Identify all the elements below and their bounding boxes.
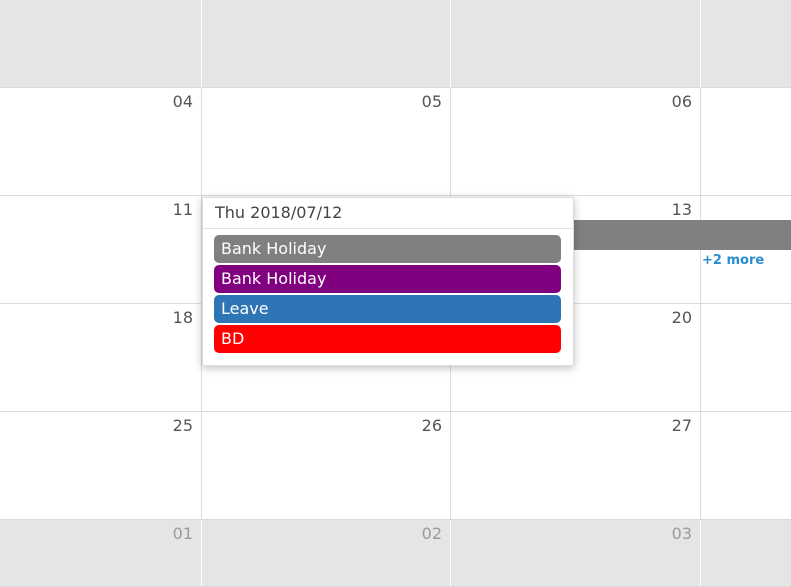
week-row: 25 26 27 bbox=[0, 412, 791, 520]
day-cell[interactable]: 26 bbox=[202, 412, 451, 519]
day-number: 13 bbox=[671, 200, 692, 219]
day-number: 05 bbox=[421, 92, 442, 111]
day-cell[interactable] bbox=[701, 412, 791, 519]
day-number: 03 bbox=[671, 524, 692, 543]
week-row: 01 02 03 bbox=[0, 520, 791, 587]
day-cell[interactable]: 06 bbox=[451, 88, 701, 195]
popover-event-item[interactable]: Bank Holiday bbox=[214, 235, 561, 263]
day-number: 18 bbox=[172, 308, 193, 327]
month-calendar: 04 05 06 11 13 18 20 25 26 27 01 02 03 +2 more Thu 2… bbox=[0, 0, 791, 587]
day-cell[interactable] bbox=[701, 304, 791, 411]
day-cell[interactable]: 03 bbox=[451, 520, 701, 586]
week-row: 04 05 06 bbox=[0, 88, 791, 196]
day-cell[interactable]: 27 bbox=[451, 412, 701, 519]
day-cell[interactable]: 11 bbox=[0, 196, 202, 303]
popover-event-item[interactable]: Bank Holiday bbox=[214, 265, 561, 293]
day-number: 02 bbox=[421, 524, 442, 543]
day-cell[interactable] bbox=[701, 520, 791, 586]
day-number: 06 bbox=[671, 92, 692, 111]
day-number: 27 bbox=[671, 416, 692, 435]
more-events-link[interactable]: +2 more bbox=[702, 253, 764, 268]
day-cell[interactable]: 04 bbox=[0, 88, 202, 195]
day-cell[interactable] bbox=[701, 88, 791, 195]
day-cell[interactable] bbox=[0, 0, 202, 87]
day-cell[interactable]: 02 bbox=[202, 520, 451, 586]
popover-event-list: Bank Holiday Bank Holiday Leave BD bbox=[203, 229, 573, 353]
day-cell[interactable]: 25 bbox=[0, 412, 202, 519]
day-cell[interactable] bbox=[202, 0, 451, 87]
week-row bbox=[0, 0, 791, 88]
day-number: 11 bbox=[172, 200, 193, 219]
day-cell[interactable] bbox=[701, 0, 791, 87]
day-cell[interactable]: 01 bbox=[0, 520, 202, 586]
day-number: 04 bbox=[172, 92, 193, 111]
day-number: 01 bbox=[172, 524, 193, 543]
day-cell[interactable]: 05 bbox=[202, 88, 451, 195]
day-number: 26 bbox=[421, 416, 442, 435]
day-events-popover: Thu 2018/07/12 Bank Holiday Bank Holiday L… bbox=[202, 197, 574, 366]
day-cell[interactable]: 18 bbox=[0, 304, 202, 411]
popover-event-item[interactable]: Leave bbox=[214, 295, 561, 323]
popover-title: Thu 2018/07/12 bbox=[203, 198, 573, 229]
popover-event-item[interactable]: BD bbox=[214, 325, 561, 353]
day-number: 20 bbox=[671, 308, 692, 327]
day-number: 25 bbox=[172, 416, 193, 435]
day-cell[interactable] bbox=[451, 0, 701, 87]
